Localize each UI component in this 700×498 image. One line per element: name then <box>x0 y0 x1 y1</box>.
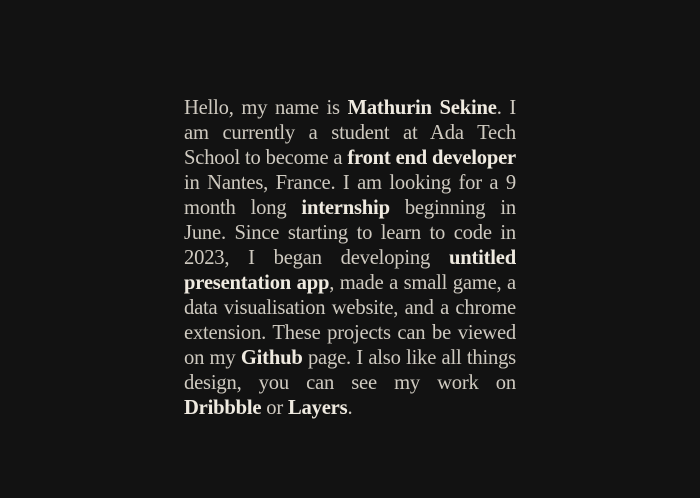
bio-text-or: or <box>261 397 289 419</box>
author-name: Mathurin Sekine <box>347 97 497 119</box>
internship-highlight: internship <box>301 197 390 219</box>
layers-link[interactable]: Layers <box>288 397 348 419</box>
bio-text-intro: Hello, my name is <box>184 97 348 119</box>
bio-text-end: . <box>347 397 353 419</box>
bio-paragraph: Hello, my name is Mathurin Sekine. I am … <box>184 96 516 421</box>
github-link[interactable]: Github <box>241 347 303 369</box>
role-highlight: front end developer <box>347 147 516 169</box>
dribbble-link[interactable]: Dribbble <box>184 397 262 419</box>
